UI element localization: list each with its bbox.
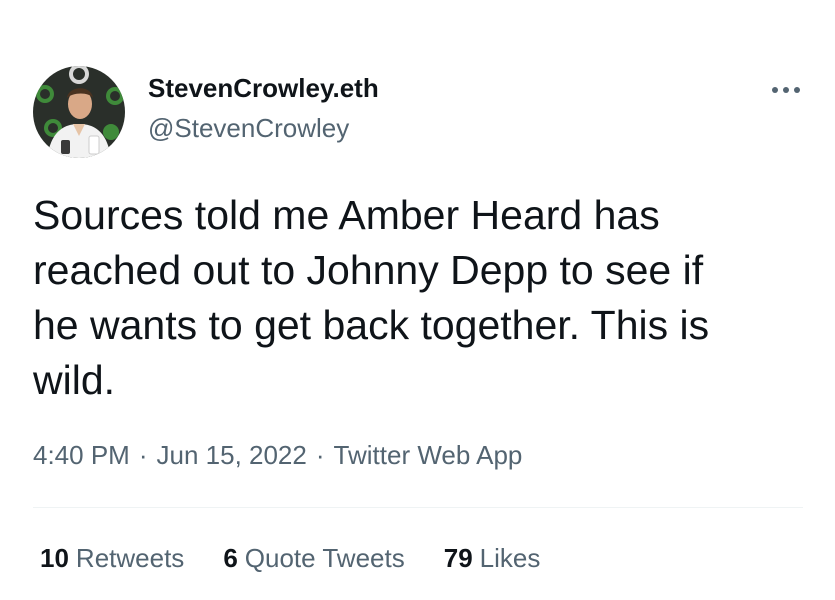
user-handle[interactable]: @StevenCrowley	[148, 113, 349, 144]
quote-tweets-label: Quote Tweets	[244, 543, 405, 573]
quote-tweets-stat[interactable]: 6 Quote Tweets	[223, 543, 404, 574]
tweet-metadata: 4:40 PM · Jun 15, 2022 · Twitter Web App	[33, 440, 522, 471]
tweet-source[interactable]: Twitter Web App	[334, 440, 523, 470]
likes-count: 79	[443, 543, 473, 573]
retweets-count: 10	[40, 543, 69, 573]
profile-photo-icon	[33, 66, 125, 158]
tweet-text: Sources told me Amber Heard has reached …	[33, 192, 710, 403]
tweet-card: StevenCrowley.eth @StevenCrowley Sources…	[0, 0, 835, 600]
likes-stat[interactable]: 79 Likes	[444, 543, 541, 574]
retweets-label: Retweets	[75, 543, 185, 573]
likes-label: Likes	[479, 543, 541, 573]
meta-separator: ·	[138, 440, 148, 470]
more-dots-icon	[772, 87, 800, 93]
tweet-stats: 10 Retweets 6 Quote Tweets 79 Likes	[40, 543, 579, 574]
more-options-button[interactable]	[766, 78, 806, 102]
tweet-time[interactable]: 4:40 PM	[33, 440, 130, 470]
avatar[interactable]	[33, 66, 125, 158]
tweet-date[interactable]: Jun 15, 2022	[157, 440, 307, 470]
retweets-stat[interactable]: 10 Retweets	[40, 543, 184, 574]
quote-tweets-count: 6	[223, 543, 238, 573]
meta-separator: ·	[315, 440, 325, 470]
display-name[interactable]: StevenCrowley.eth	[148, 73, 379, 104]
divider	[33, 507, 803, 508]
